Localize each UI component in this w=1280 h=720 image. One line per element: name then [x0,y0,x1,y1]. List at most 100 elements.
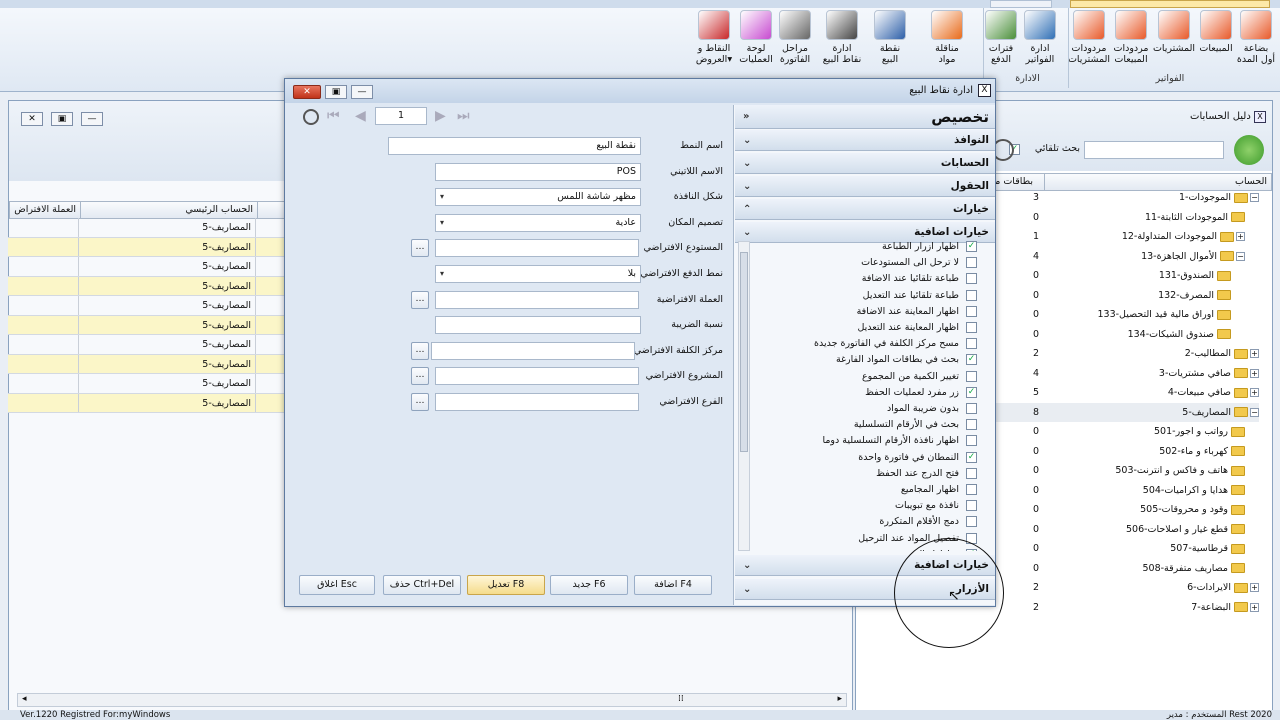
ribbon-button[interactable]: نقطة البيع [866,10,914,65]
expand-icon[interactable]: − [1250,407,1259,417]
option-checkbox[interactable] [966,403,977,414]
option-checkbox[interactable]: ✓ [966,354,977,366]
option-row[interactable]: دمج الأقلام المتكررة [879,514,959,530]
ribbon-tab[interactable] [990,0,1052,8]
expand-icon[interactable]: + [1250,349,1259,358]
column-header-default-currency[interactable]: العملة الافتراض [9,201,81,219]
option-row[interactable]: زر مفرد لعمليات الحفظ [865,385,959,401]
chevron-up-icon[interactable]: ⌃ [743,199,751,220]
option-row[interactable]: بدون ضريبة المواد [887,401,959,417]
field-input[interactable] [435,393,639,411]
search-input[interactable] [1084,141,1224,159]
option-row[interactable]: طباعة تلقائيا عند التعديل [863,288,959,304]
recycle-icon[interactable] [1234,135,1264,165]
option-row[interactable]: اظهار المعاينة عند التعديل [857,320,959,336]
ribbon-button[interactable]: النقاط و العروض▾ [690,10,738,65]
search-icon[interactable] [303,109,319,125]
field-input[interactable]: بلا ▾ [435,265,641,283]
option-checkbox[interactable]: ✓ [966,386,977,398]
option-row[interactable]: لا ترحل الى المستودعات [861,255,959,271]
lookup-button[interactable]: … [411,367,429,386]
close-button[interactable]: اغلاق Esc [299,575,375,595]
last-record-icon[interactable]: ⏭ [457,108,470,124]
option-checkbox[interactable] [966,435,977,447]
option-row[interactable]: بحث في بطاقات المواد الفارغة [836,352,959,368]
option-row[interactable]: نافذة مع تبويبات [895,498,959,514]
option-checkbox[interactable] [966,289,977,301]
dropdown-arrow-icon[interactable]: ▾ [440,215,444,231]
option-row[interactable]: بحث في الأرقام التسلسلية [854,417,959,433]
expand-icon[interactable]: + [1250,388,1259,397]
table-row[interactable]: 5-المصاريف [8,257,284,277]
chevron-down-icon[interactable]: ⌄ [743,153,751,174]
chevron-down-icon[interactable]: ⌄ [743,555,751,576]
option-row[interactable]: طباعة تلقائيا عند الاضافة [862,271,959,287]
section-windows[interactable]: النوافذ ⌄ [735,130,995,151]
field-input[interactable] [435,367,639,386]
expand-icon[interactable]: − [1250,193,1259,202]
option-row[interactable]: فتح الدرج عند الحفظ [876,466,959,482]
field-input[interactable]: عادية ▾ [435,213,641,232]
option-checkbox[interactable]: ✓ [966,241,977,252]
field-input[interactable] [435,290,639,309]
section-options[interactable]: خيارات ⌃ [735,199,995,220]
add-button[interactable]: اضافة F4 [634,575,712,595]
chevron-down-icon[interactable]: ⌄ [743,176,751,197]
minimize-icon[interactable]: — [351,85,373,99]
table-row[interactable]: 5-المصاريف [8,276,284,296]
option-checkbox[interactable] [966,370,977,382]
delete-button[interactable]: حذف Ctrl+Del [383,575,461,595]
expand-icon[interactable]: + [1250,602,1259,612]
option-row[interactable]: النمطان في فاتورة واحدة [858,450,959,466]
ribbon-button[interactable]: مناقلة مواد [923,10,971,65]
field-input[interactable]: POS [435,162,641,181]
previous-record-icon[interactable]: ◀ [355,108,366,124]
option-checkbox[interactable] [966,257,977,269]
option-checkbox[interactable] [966,338,977,350]
section-fields[interactable]: الحقول ⌄ [735,176,995,197]
column-header[interactable] [257,201,287,219]
table-row[interactable]: 5-المصاريف [8,237,284,257]
field-input[interactable] [431,341,635,360]
field-input[interactable] [435,316,641,335]
ribbon-button[interactable]: فترات الدفع [977,10,1025,65]
option-checkbox[interactable] [966,467,977,479]
section-accounts[interactable]: الحسابات ⌄ [735,153,995,174]
option-row[interactable]: اظهار المعاينة عند الاضافة [857,304,959,320]
next-record-icon[interactable]: ▶ [435,108,446,124]
options-scrollbar[interactable] [738,241,750,551]
lookup-button[interactable]: … [411,239,429,258]
record-number-field[interactable]: 1 [375,107,427,125]
restore-icon[interactable]: ▣ [51,112,73,126]
option-row[interactable]: اظهار المجاميع [901,482,959,498]
option-checkbox[interactable] [966,322,977,333]
option-checkbox[interactable] [966,305,977,317]
table-row[interactable]: 5-المصاريف [8,335,284,355]
scroll-left-icon[interactable]: ◂ [22,694,27,704]
option-checkbox[interactable] [966,516,977,528]
option-row[interactable]: اظهار نافذة الأرقام التسلسلية دوما [822,433,959,449]
scroll-thumb[interactable]: ⁞⁞ [678,694,684,704]
field-input[interactable]: نقطة البيع [388,137,641,155]
field-input[interactable]: مظهر شاشة اللمس ▾ [435,188,641,207]
ribbon-button[interactable]: المبيعات [1192,10,1240,54]
ribbon-button[interactable]: لوحة العمليات [732,10,780,65]
ribbon-button[interactable]: المشتريات [1150,10,1198,54]
chevron-down-icon[interactable]: ⌄ [743,130,751,151]
ribbon-tab-active[interactable] [1070,0,1270,8]
ribbon-button[interactable]: ادارة نقاط البيع [818,10,866,65]
dropdown-arrow-icon[interactable]: ▾ [440,189,444,205]
lookup-button[interactable]: … [411,341,429,360]
option-row[interactable]: مسح مركز الكلفة في الفاتورة جديدة [814,336,959,352]
table-row[interactable]: 5-المصاريف [8,218,284,238]
restore-icon[interactable]: ▣ [325,85,347,99]
new-button[interactable]: جديد F6 [550,575,628,595]
section-customize[interactable]: تخصيص » [735,105,995,129]
field-input[interactable] [435,239,639,258]
option-checkbox[interactable] [966,273,977,285]
option-checkbox[interactable] [966,500,977,512]
minimize-icon[interactable]: — [81,112,103,126]
chevron-down-icon[interactable]: ⌄ [743,579,751,600]
horizontal-scrollbar[interactable]: ◂ ⁞⁞ ▸ [17,693,847,707]
table-row[interactable]: 5-المصاريف [8,296,284,316]
